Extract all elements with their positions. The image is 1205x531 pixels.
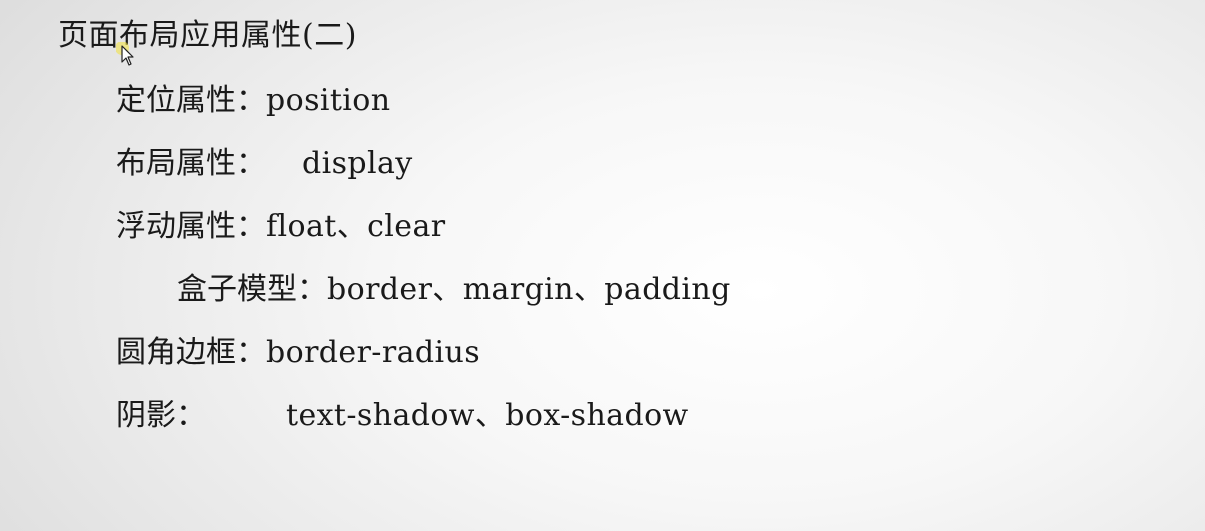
list-item-box-model: 盒子模型：border、margin、padding xyxy=(177,270,731,310)
list-item-float: 浮动属性：float、clear xyxy=(116,207,445,247)
list-item-shadow: 阴影： text-shadow、box-shadow xyxy=(116,396,689,436)
item-value: text-shadow、box-shadow xyxy=(286,398,689,433)
list-item-display: 布局属性： display xyxy=(116,144,413,184)
item-label: 定位属性： xyxy=(116,83,266,118)
item-value: border、margin、padding xyxy=(327,272,731,307)
list-item-position: 定位属性：position xyxy=(116,81,391,121)
mouse-pointer-icon xyxy=(116,42,134,66)
item-label: 浮动属性： xyxy=(116,209,266,244)
item-label: 圆角边框： xyxy=(116,335,266,370)
slide-title: 页面布局应用属性(二) xyxy=(58,18,357,53)
item-label: 布局属性： xyxy=(116,146,266,181)
item-label: 盒子模型： xyxy=(177,272,327,307)
item-value: float、clear xyxy=(266,209,446,244)
item-value: border-radius xyxy=(266,335,480,370)
list-item-border-radius: 圆角边框：border-radius xyxy=(116,333,480,373)
item-value: position xyxy=(266,83,391,118)
slide: 页面布局应用属性(二) 定位属性：position 布局属性： display 浮… xyxy=(0,0,1205,531)
item-value: display xyxy=(302,146,413,181)
item-label: 阴影： xyxy=(116,398,206,433)
